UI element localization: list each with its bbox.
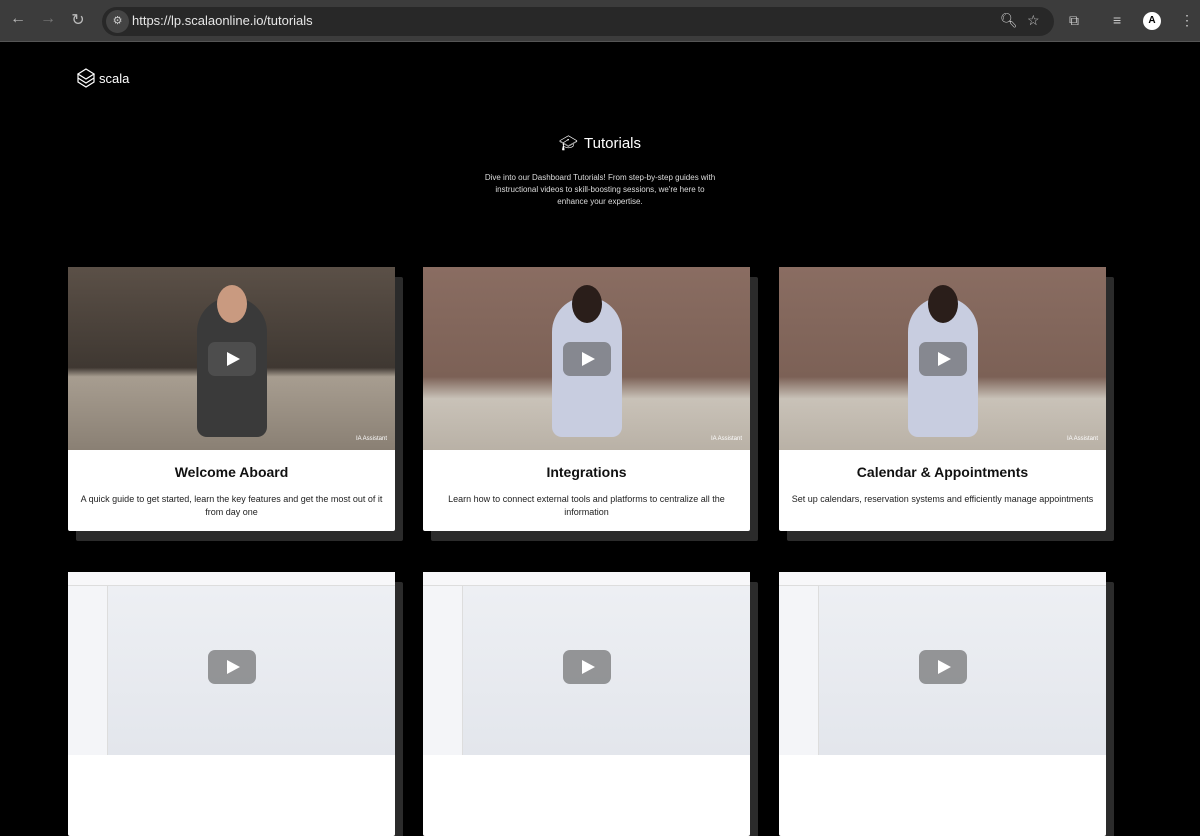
tutorial-card-5[interactable]: [423, 572, 750, 836]
tutorial-card-6[interactable]: [779, 572, 1106, 836]
play-icon[interactable]: [918, 341, 967, 376]
tutorial-card-welcome[interactable]: IA Assistant Welcome Aboard A quick guid…: [68, 267, 395, 531]
extensions-icon[interactable]: ⧉: [1069, 12, 1079, 29]
play-icon[interactable]: [918, 650, 967, 684]
zoom-icon[interactable]: 🔍︎: [1000, 12, 1018, 29]
video-thumbnail[interactable]: IA Assistant: [779, 267, 1106, 450]
video-thumbnail[interactable]: IA Assistant: [68, 267, 395, 450]
play-icon[interactable]: [562, 341, 611, 376]
back-icon[interactable]: ←: [7, 10, 29, 28]
browser-toolbar: ← → ↻ ⚙ https://lp.scalaonline.io/tutori…: [0, 0, 1200, 42]
reload-icon[interactable]: ↻: [67, 10, 89, 30]
reading-list-icon[interactable]: ≡: [1113, 12, 1121, 28]
tutorial-card-calendar[interactable]: IA Assistant Calendar & Appointments Set…: [779, 267, 1106, 531]
page-description: Dive into our Dashboard Tutorials! From …: [484, 173, 716, 206]
tutorial-card-integrations[interactable]: IA Assistant Integrations Learn how to c…: [423, 267, 750, 531]
play-icon[interactable]: [207, 341, 256, 376]
tutorial-card-4[interactable]: [68, 572, 395, 836]
video-thumbnail[interactable]: [779, 572, 1106, 755]
address-bar[interactable]: ⚙ https://lp.scalaonline.io/tutorials 🔍︎…: [102, 7, 1054, 36]
hero-section: 🎓︎ Tutorials Dive into our Dashboard Tuto…: [0, 134, 1200, 208]
video-thumbnail[interactable]: [68, 572, 395, 755]
card-title: Integrations: [546, 464, 627, 480]
page-title: Tutorials: [584, 134, 641, 152]
card-description: A quick guide to get started, learn the …: [80, 494, 383, 517]
card-title: Calendar & Appointments: [856, 464, 1029, 480]
scala-logo[interactable]: scala: [76, 68, 129, 88]
video-badge: IA Assistant: [1066, 436, 1098, 442]
forward-icon[interactable]: →: [37, 10, 59, 28]
brand-name: scala: [99, 70, 130, 86]
play-icon[interactable]: [562, 650, 611, 684]
scala-logo-icon: [76, 68, 96, 88]
play-icon[interactable]: [207, 650, 256, 684]
card-description: Set up calendars, reservation systems an…: [791, 494, 1094, 504]
graduation-cap-icon: 🎓︎: [558, 135, 579, 152]
bookmark-star-icon[interactable]: ☆: [1027, 12, 1040, 29]
site-settings-icon[interactable]: ⚙: [106, 10, 129, 33]
profile-avatar[interactable]: A: [1143, 12, 1161, 30]
url-text[interactable]: https://lp.scalaonline.io/tutorials: [132, 13, 313, 28]
video-thumbnail[interactable]: IA Assistant: [423, 267, 750, 450]
video-badge: IA Assistant: [355, 436, 387, 442]
card-title: Welcome Aboard: [174, 464, 289, 480]
video-thumbnail[interactable]: [423, 572, 750, 755]
video-badge: IA Assistant: [710, 436, 742, 442]
card-description: Learn how to connect external tools and …: [448, 494, 725, 517]
menu-icon[interactable]: ⋮: [1180, 12, 1194, 29]
